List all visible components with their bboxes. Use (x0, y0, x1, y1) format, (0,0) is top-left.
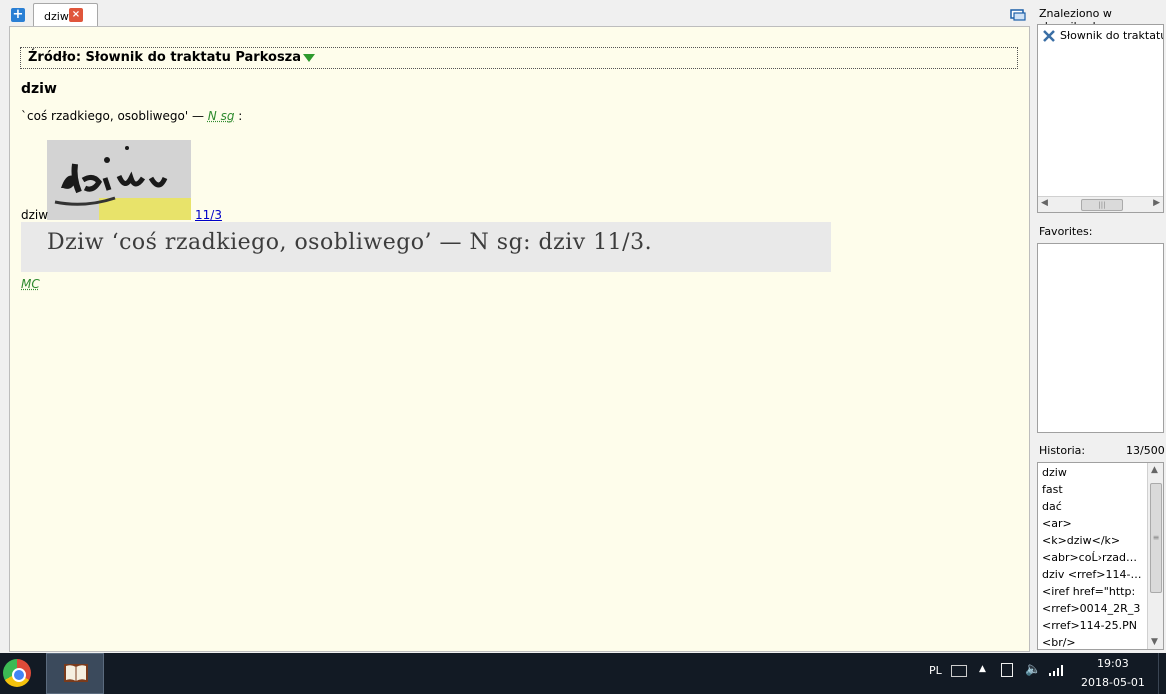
speaker-icon[interactable]: 🔈 (1025, 662, 1041, 677)
scroll-down-icon[interactable]: ▼ (1151, 637, 1158, 647)
history-item[interactable]: <rref>114-25.PN (1042, 619, 1142, 632)
clock-time[interactable]: 19:03 (1097, 657, 1129, 670)
history-item[interactable]: <ar> (1042, 517, 1142, 530)
history-label: Historia: (1039, 444, 1085, 457)
close-icon[interactable]: × (69, 8, 83, 22)
quote-word: dziw (21, 208, 48, 222)
scroll-right-icon[interactable]: ▶ (1153, 198, 1160, 208)
network-icon[interactable] (1048, 664, 1064, 676)
plus-icon: + (13, 7, 24, 22)
history-item[interactable]: <k>dziw</k> (1042, 534, 1142, 547)
reference-link[interactable]: 11/3 (195, 208, 222, 222)
chevron-down-icon[interactable] (303, 54, 315, 62)
new-tab-button[interactable]: + (11, 8, 25, 22)
found-dictionaries-list: Słownik do traktatu Parkosza ◀ ||| ▶ (1037, 24, 1164, 213)
author-link[interactable]: MC (21, 277, 40, 291)
history-item[interactable]: fast (1042, 483, 1142, 496)
dictionary-label: Słownik do traktatu Parkosza (1060, 29, 1164, 42)
scroll-up-icon[interactable]: ▲ (1151, 465, 1158, 475)
source-header[interactable]: Źródło: Słownik do traktatu Parkosza (20, 47, 1018, 69)
chrome-taskbar-button[interactable] (0, 653, 43, 694)
favorites-label: Favorites: (1039, 225, 1092, 238)
show-hidden-icons-icon[interactable]: ▲ (979, 664, 986, 674)
scroll-thumb[interactable]: ≡ (1150, 483, 1162, 593)
headword: dziw (21, 81, 57, 97)
history-item[interactable]: dziv <rref>114-25 (1042, 568, 1142, 581)
vertical-scrollbar[interactable]: ▲ ≡ ▼ (1147, 463, 1163, 649)
history-item[interactable]: <abr>coĹ›rzadkiego (1042, 551, 1142, 564)
book-icon (63, 662, 89, 684)
monitor-icon[interactable] (1010, 9, 1026, 21)
clock-date[interactable]: 2018-05-01 (1081, 676, 1145, 689)
source-label: Źródło: Słownik do traktatu Parkosza (28, 50, 301, 65)
taskbar: PL ▲ 🔈 19:03 2018-05-01 (0, 653, 1166, 694)
tab-label: dziw (44, 10, 69, 23)
grip-icon: ||| (1082, 200, 1122, 210)
scroll-thumb[interactable]: ||| (1081, 199, 1123, 211)
definition-text: `coś rzadkiego, osobliwego' — (21, 109, 208, 123)
grip-icon: ≡ (1151, 484, 1161, 592)
horizontal-scrollbar[interactable]: ◀ ||| ▶ (1038, 196, 1163, 212)
dictionary-icon (1042, 29, 1056, 43)
history-item[interactable]: <rref>0014_2R_3 (1042, 602, 1142, 615)
grammar-abbrev[interactable]: N sg (208, 109, 235, 123)
history-item[interactable]: dziw (1042, 466, 1142, 479)
tab-strip: + dziw × (0, 0, 1030, 27)
dictionary-app-taskbar-button[interactable] (46, 653, 104, 694)
tab-dziw[interactable]: dziw × (33, 3, 98, 28)
power-icon[interactable] (1001, 663, 1013, 677)
entry-view: Źródło: Słownik do traktatu Parkosza dzi… (9, 26, 1030, 652)
favorites-list[interactable] (1037, 243, 1164, 433)
printed-entry-image: Dziw ‘coś rzadkiego, osobliwego’ — N sg:… (21, 222, 831, 272)
definition-suffix: : (234, 109, 242, 123)
chrome-icon (3, 659, 31, 687)
scroll-left-icon[interactable]: ◀ (1041, 198, 1048, 208)
definition: `coś rzadkiego, osobliwego' — N sg : (21, 109, 242, 123)
history-item[interactable]: <br/> (1042, 636, 1142, 649)
history-list: dziw fast dać <ar> <k>dziw</k> <abr>coĹ›… (1037, 462, 1164, 650)
language-indicator[interactable]: PL (929, 664, 942, 677)
keyboard-icon[interactable] (951, 665, 967, 677)
history-item[interactable]: <iref href="http: (1042, 585, 1142, 598)
history-count: 13/500 (1126, 444, 1165, 457)
printed-entry-text: Dziw ‘coś rzadkiego, osobliwego’ — N sg:… (47, 230, 652, 255)
history-item[interactable]: dać (1042, 500, 1142, 513)
list-item[interactable]: Słownik do traktatu Parkosza (1042, 29, 1164, 43)
manuscript-image (47, 140, 191, 220)
show-desktop-button[interactable] (1158, 653, 1166, 694)
